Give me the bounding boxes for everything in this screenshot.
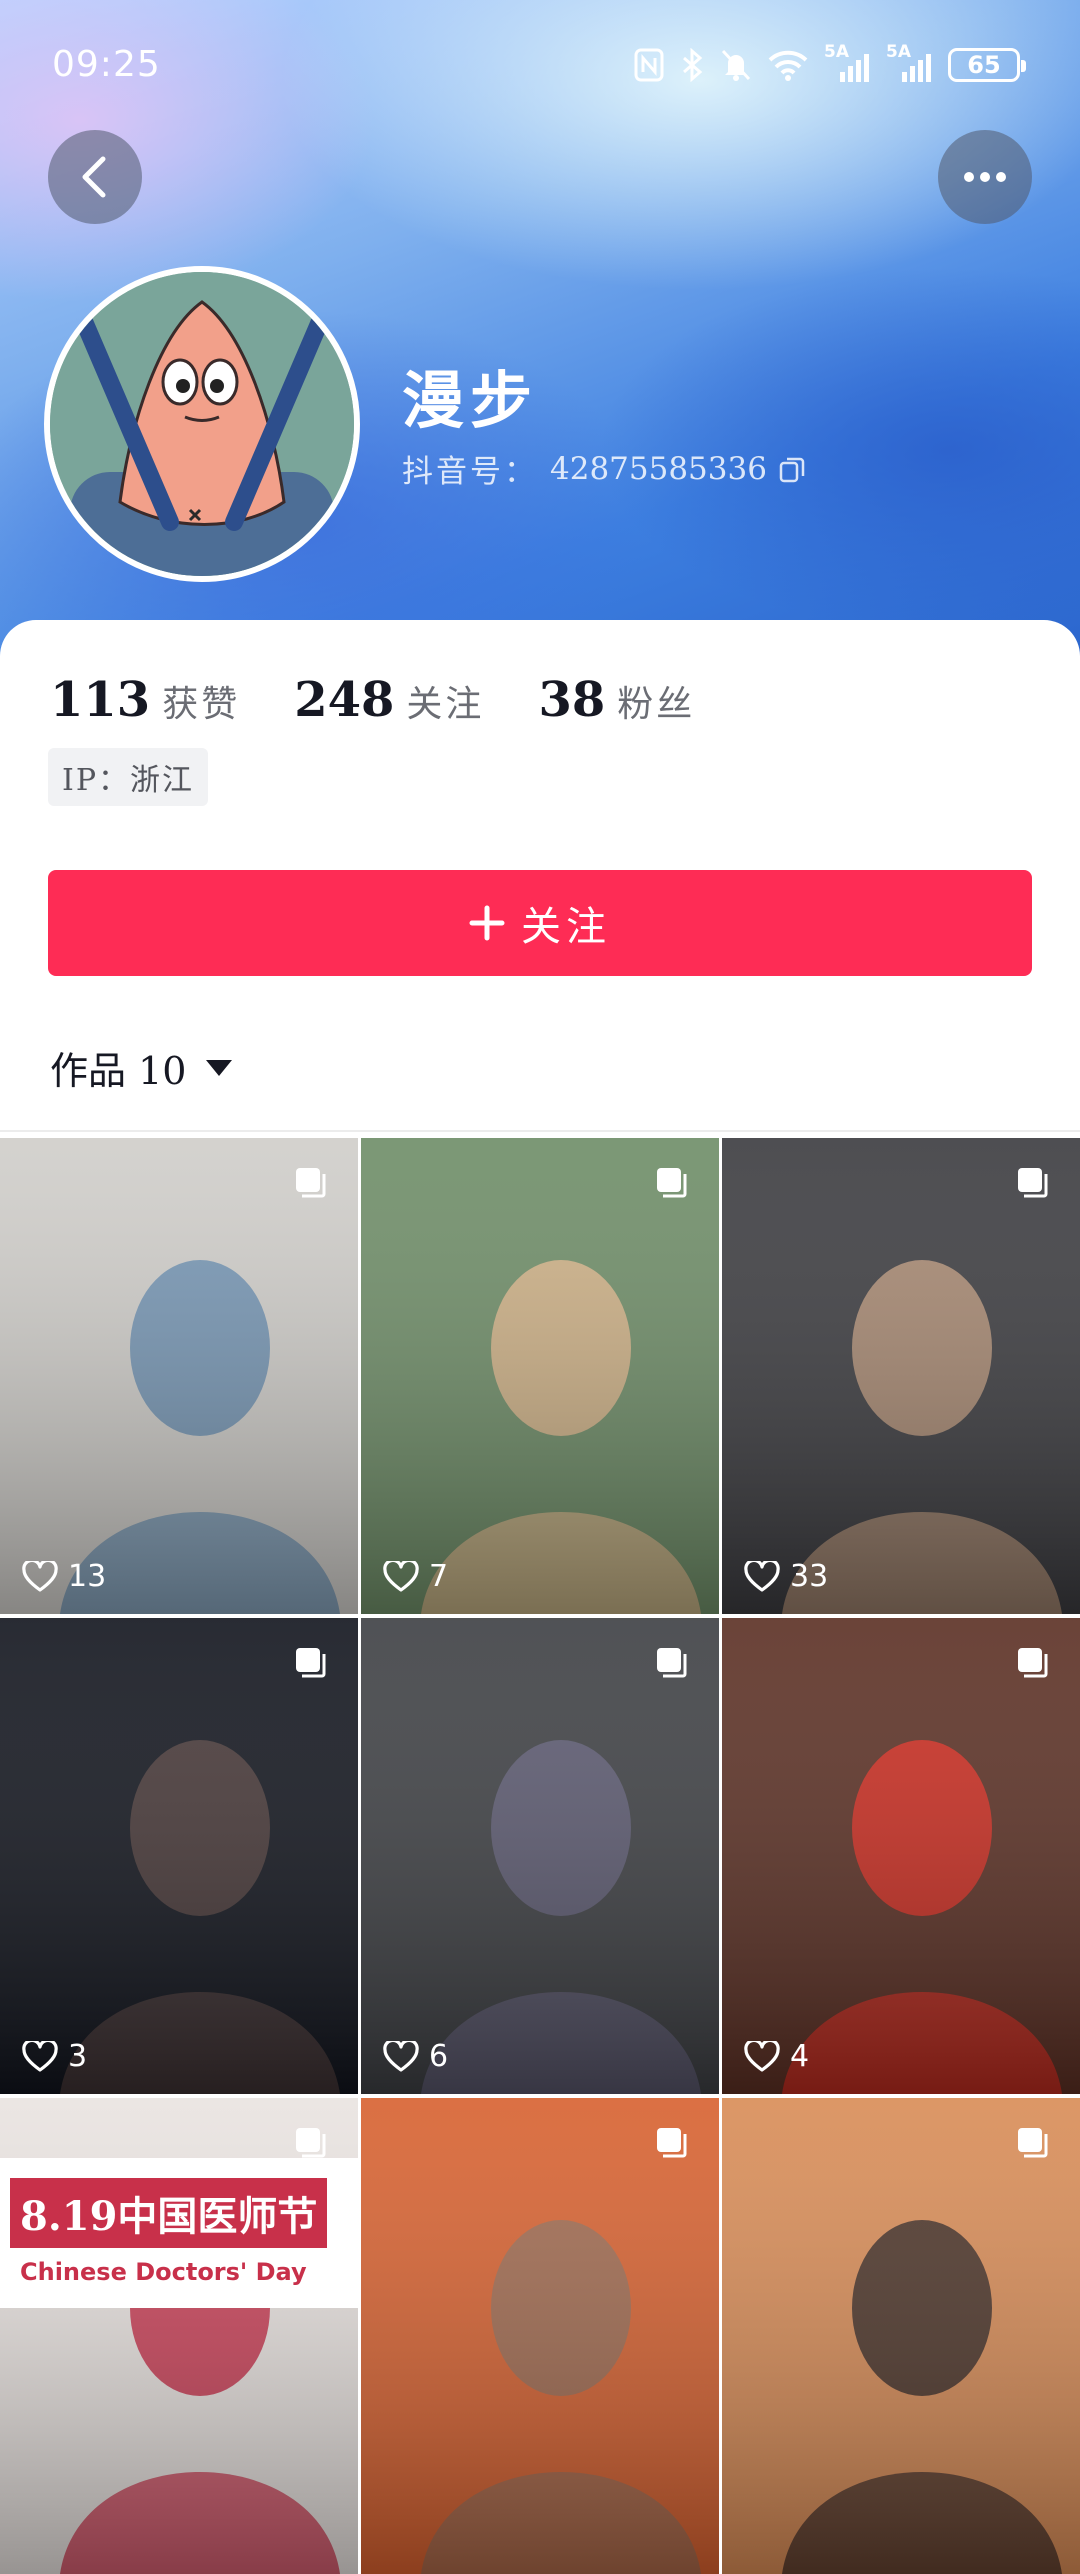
stat-following-count: 248 <box>294 672 395 728</box>
profile-stats: 113 获赞 248 关注 38 粉丝 <box>50 672 695 728</box>
thumbnail-image <box>361 2098 719 2574</box>
works-tab-label: 作品 10 <box>50 1049 187 1093</box>
status-time: 09:25 <box>52 44 161 85</box>
profile-card: 113 获赞 248 关注 38 粉丝 IP：浙江 关注 作品 10 13 7 33… <box>0 620 1080 2574</box>
more-dots-icon <box>964 172 1006 182</box>
stat-followers[interactable]: 38 粉丝 <box>538 672 695 728</box>
stat-likes-label: 获赞 <box>162 684 241 725</box>
follow-button-label: 关注 <box>521 904 611 950</box>
battery-icon: 65 <box>948 48 1026 82</box>
works-grid: 13 7 33 3 6 4 8.19中国医师节 Chinese Doctors' Day <box>0 1138 1080 2574</box>
thumbnail-image <box>722 1138 1080 1614</box>
like-count-value: 13 <box>68 1559 107 1594</box>
like-count-value: 6 <box>429 2039 449 2074</box>
thumbnail-banner: 8.19中国医师节 Chinese Doctors' Day <box>0 2158 358 2308</box>
banner-subtitle: Chinese Doctors' Day <box>20 2258 307 2286</box>
status-icons: 5A 5A 65 <box>634 42 1026 82</box>
stat-following[interactable]: 248 关注 <box>294 672 484 728</box>
banner-title: 8.19中国医师节 <box>10 2178 328 2248</box>
like-count-value: 7 <box>429 1559 449 1594</box>
heart-icon <box>22 2040 58 2073</box>
like-count: 13 <box>22 1559 106 1594</box>
heart-icon <box>22 1560 58 1593</box>
video-thumbnail[interactable] <box>361 2098 719 2574</box>
thumbnail-image <box>722 1618 1080 2094</box>
follow-button[interactable]: 关注 <box>48 870 1032 976</box>
thumbnail-image <box>361 1618 719 2094</box>
thumbnail-image <box>0 1138 358 1614</box>
multi-image-icon <box>655 1166 689 1204</box>
like-count: 3 <box>22 2039 87 2074</box>
divider <box>0 1130 1080 1132</box>
stat-followers-count: 38 <box>538 672 606 728</box>
status-bar: 09:25 5A 5A 65 <box>0 0 1080 135</box>
multi-image-icon <box>1016 1166 1050 1204</box>
like-count: 33 <box>744 1559 828 1594</box>
stat-likes-count: 113 <box>50 672 151 728</box>
cell-signal-2-icon: 5A <box>886 42 932 82</box>
works-tab[interactable]: 作品 10 <box>50 1040 233 1095</box>
thumbnail-image <box>361 1138 719 1614</box>
nfc-icon <box>634 48 664 82</box>
douyin-id-value: 42875585336 <box>550 450 767 487</box>
plus-icon <box>469 905 505 941</box>
heart-icon <box>383 2040 419 2073</box>
video-thumbnail[interactable] <box>722 2098 1080 2574</box>
video-thumbnail[interactable]: 13 <box>0 1138 358 1614</box>
like-count: 4 <box>744 2039 809 2074</box>
copy-icon[interactable] <box>779 455 805 483</box>
ip-location-tag: IP：浙江 <box>48 748 209 806</box>
video-thumbnail[interactable]: 4 <box>722 1618 1080 2094</box>
like-count: 6 <box>383 2039 448 2074</box>
profile-nickname: 漫步 <box>402 364 539 437</box>
back-button[interactable] <box>48 130 142 224</box>
profile-header-background: 09:25 5A 5A 65 漫步 抖音号： 42875585336 <box>0 0 1080 680</box>
video-thumbnail[interactable]: 7 <box>361 1138 719 1614</box>
back-chevron-icon <box>82 156 106 198</box>
stat-likes[interactable]: 113 获赞 <box>50 672 240 728</box>
heart-icon <box>744 2040 780 2073</box>
heart-icon <box>383 1560 419 1593</box>
heart-icon <box>744 1560 780 1593</box>
douyin-id-row: 抖音号： 42875585336 <box>402 446 805 491</box>
like-count-value: 4 <box>790 2039 810 2074</box>
multi-image-icon <box>294 1646 328 1684</box>
thumbnail-image <box>722 2098 1080 2574</box>
like-count-value: 3 <box>68 2039 88 2074</box>
stat-followers-label: 粉丝 <box>617 684 696 725</box>
video-thumbnail[interactable]: 6 <box>361 1618 719 2094</box>
bluetooth-icon <box>680 48 704 82</box>
avatar[interactable] <box>44 266 360 582</box>
multi-image-icon <box>1016 1646 1050 1684</box>
thumbnail-image <box>0 1618 358 2094</box>
mute-bell-icon <box>720 48 752 82</box>
multi-image-icon <box>655 2126 689 2164</box>
video-thumbnail[interactable]: 33 <box>722 1138 1080 1614</box>
multi-image-icon <box>1016 2126 1050 2164</box>
more-options-button[interactable] <box>938 130 1032 224</box>
wifi-icon <box>768 49 808 81</box>
multi-image-icon <box>294 2126 328 2164</box>
video-thumbnail[interactable]: 8.19中国医师节 Chinese Doctors' Day <box>0 2098 358 2574</box>
multi-image-icon <box>294 1166 328 1204</box>
dropdown-caret-icon <box>206 1059 233 1076</box>
douyin-id-label: 抖音号： <box>402 454 538 490</box>
multi-image-icon <box>655 1646 689 1684</box>
stat-following-label: 关注 <box>406 684 485 725</box>
like-count-value: 33 <box>790 1559 829 1594</box>
cell-signal-1-icon: 5A <box>824 42 870 82</box>
avatar-cartoon-image <box>50 272 354 576</box>
like-count: 7 <box>383 1559 448 1594</box>
video-thumbnail[interactable]: 3 <box>0 1618 358 2094</box>
